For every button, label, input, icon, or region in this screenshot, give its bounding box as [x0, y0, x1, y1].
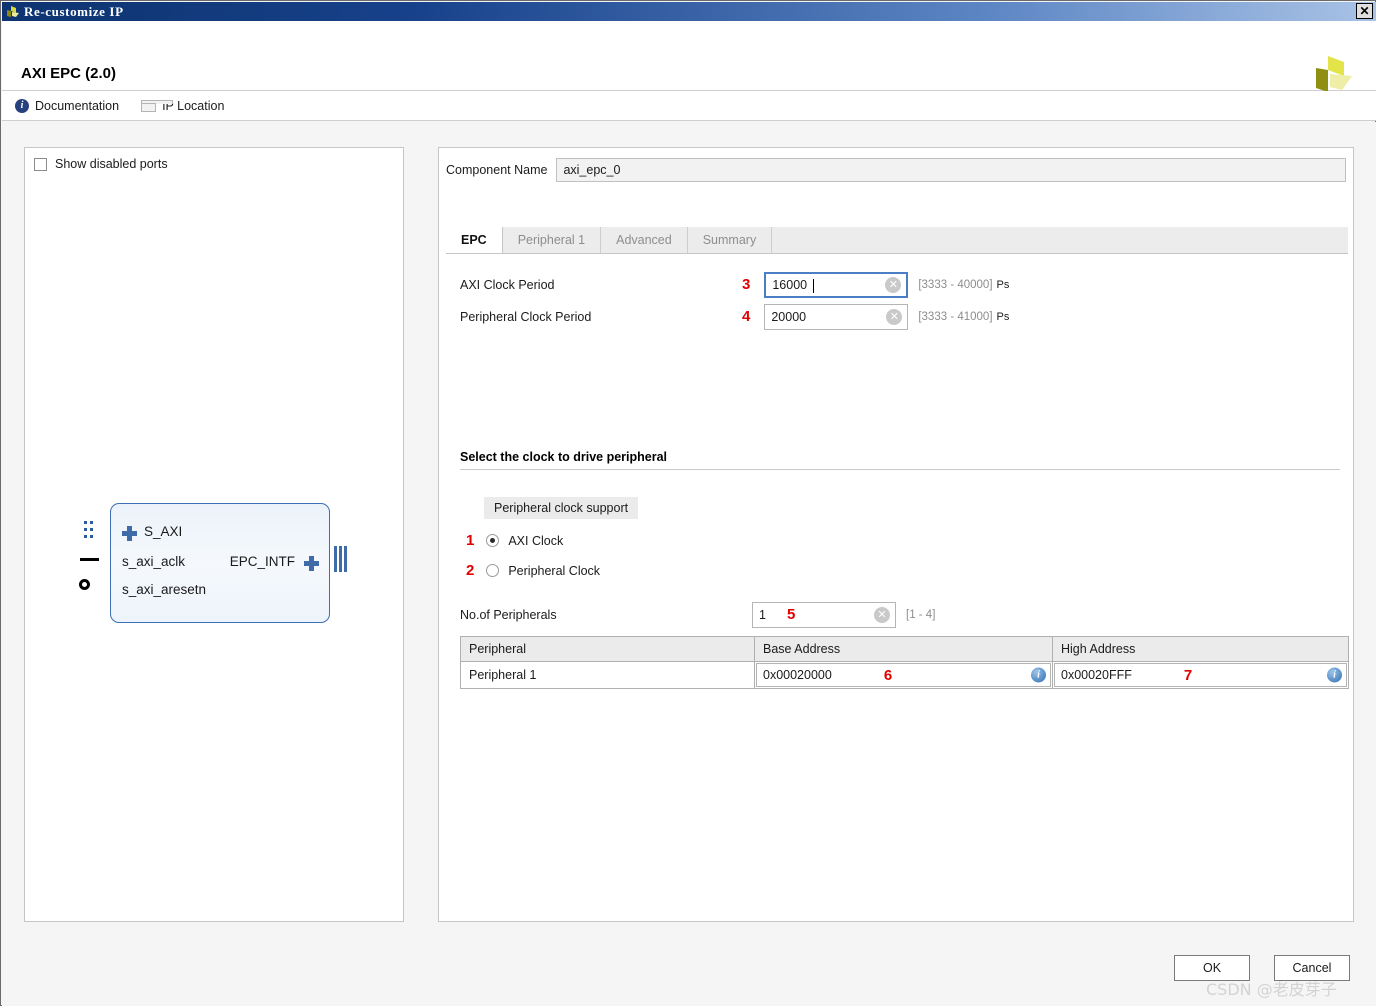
marker-7: 7 [1183, 666, 1193, 684]
tab-filler [772, 227, 1348, 253]
expand-s-axi-icon[interactable] [122, 526, 137, 541]
radio-peripheral-clock[interactable]: 2 Peripheral Clock [466, 562, 600, 579]
documentation-label: Documentation [35, 98, 120, 113]
page-title: AXI EPC (2.0) [21, 65, 117, 82]
s-axi-bus-connector-icon [84, 521, 93, 543]
info-icon: i [15, 98, 29, 113]
show-disabled-ports-checkbox[interactable]: Show disabled ports [34, 157, 168, 171]
port-label-epc-intf: EPC_INTF [229, 554, 295, 569]
axi-clock-period-label: AXI Clock Period [460, 277, 555, 292]
peripheral-clock-period-value: 20000 [771, 309, 807, 324]
peripheral-clock-period-input[interactable]: 20000 ✕ [764, 303, 909, 330]
text-caret [813, 278, 815, 293]
tab-bar: EPC Peripheral 1 Advanced Summary [446, 227, 1348, 254]
marker-4: 4 [742, 308, 751, 325]
peripherals-table: Peripheral Base Address High Address Per… [460, 636, 1349, 689]
peripheral-count-label: No.of Peripherals [460, 607, 557, 622]
clock-section-title: Select the clock to drive peripheral [460, 450, 668, 464]
axi-clock-period-range: [3333 - 40000] [918, 278, 993, 291]
axi-clock-period-row: AXI Clock Period 3 16000 ✕ [3333 - 40000… [446, 271, 1348, 298]
re-customize-ip-dialog: Re-customize IP ✕ AXI EPC (2.0) i Docume… [0, 0, 1376, 1006]
radio-axi-clock[interactable]: 1 AXI Clock [466, 532, 563, 549]
configuration-panel: Component Name axi_epc_0 EPC Peripheral … [438, 147, 1354, 922]
high-address-input[interactable]: 0x00020FFF 7 i [1054, 663, 1347, 687]
radio-button[interactable] [486, 534, 500, 547]
tab-summary[interactable]: Summary [687, 227, 773, 253]
base-address-value: 0x00020000 [763, 668, 832, 682]
peripheral-count-input[interactable]: 1 5 ✕ [752, 601, 896, 628]
documentation-link[interactable]: i Documentation [15, 98, 120, 113]
peripheral-clock-period-label: Peripheral Clock Period [460, 309, 592, 324]
toolbar: i Documentation IP Location [2, 91, 1376, 121]
column-header-high-address: High Address [1052, 636, 1349, 662]
cell-high-address: 0x00020FFF 7 i [1052, 661, 1349, 689]
peripheral-clock-period-row: Peripheral Clock Period 4 20000 ✕ [3333 … [446, 303, 1348, 330]
xilinx-logo-icon [5, 5, 21, 19]
axi-clock-period-input[interactable]: 16000 ✕ [764, 271, 909, 298]
title-bar: Re-customize IP ✕ [2, 2, 1376, 21]
component-name-input[interactable]: axi_epc_0 [556, 158, 1346, 182]
tab-epc[interactable]: EPC [446, 227, 503, 253]
info-icon[interactable]: i [1327, 667, 1342, 683]
axi-clock-period-value: 16000 [772, 277, 808, 292]
peripheral-count-value: 1 [759, 607, 766, 622]
dialog-body: Show disabled ports S_AXI s_axi_aclk s_a… [2, 122, 1376, 938]
ip-header: AXI EPC (2.0) [2, 21, 1376, 92]
clear-icon[interactable]: ✕ [886, 308, 903, 325]
radio-axi-clock-label: AXI Clock [508, 533, 564, 548]
tab-peripheral-1[interactable]: Peripheral 1 [502, 227, 602, 253]
peripheral-clock-support-group-tab: Peripheral clock support [484, 497, 639, 519]
component-name-row: Component Name axi_epc_0 [446, 158, 1346, 182]
folder-icon [141, 99, 174, 112]
dialog-footer: OK Cancel [2, 938, 1376, 1006]
port-label-s-axi-aresetn: s_axi_aresetn [122, 582, 207, 597]
column-header-peripheral: Peripheral [460, 636, 755, 662]
s-axi-aclk-pin-icon [80, 558, 99, 561]
window-title: Re-customize IP [24, 3, 124, 19]
base-address-input[interactable]: 0x00020000 6 i [756, 663, 1051, 687]
high-address-value: 0x00020FFF [1061, 668, 1132, 682]
clear-icon[interactable]: ✕ [885, 276, 902, 293]
marker-3: 3 [742, 276, 751, 293]
radio-peripheral-clock-label: Peripheral Clock [508, 563, 601, 578]
watermark: CSDN @老皮芽子 [1206, 980, 1337, 999]
ip-location-link[interactable]: IP Location [141, 99, 224, 113]
epc-tab-panel: AXI Clock Period 3 16000 ✕ [3333 - 40000… [446, 254, 1349, 916]
port-label-s-axi-aclk: s_axi_aclk [122, 554, 186, 569]
section-divider [460, 469, 1340, 470]
s-axi-aresetn-pin-icon [79, 579, 90, 590]
close-icon[interactable]: ✕ [1356, 3, 1373, 19]
port-label-s-axi: S_AXI [144, 524, 183, 539]
ports-preview-panel: Show disabled ports S_AXI s_axi_aclk s_a… [24, 147, 404, 922]
clear-icon[interactable]: ✕ [874, 606, 890, 623]
marker-1: 1 [466, 532, 475, 549]
ip-block-diagram: S_AXI s_axi_aclk s_axi_aresetn EPC_INTF [70, 496, 370, 631]
show-disabled-ports-label: Show disabled ports [55, 157, 168, 171]
peripheral-count-row: No.of Peripherals 1 5 ✕ [1 - 4] [446, 601, 1348, 628]
cell-base-address: 0x00020000 6 i [754, 661, 1053, 689]
axi-clock-period-unit: Ps [996, 278, 1010, 291]
peripheral-clock-period-unit: Ps [996, 310, 1010, 323]
marker-6: 6 [883, 666, 893, 684]
cell-peripheral-name: Peripheral 1 [460, 661, 755, 689]
column-header-base-address: Base Address [754, 636, 1053, 662]
expand-epc-intf-icon[interactable] [304, 556, 319, 571]
peripheral-clock-period-range: [3333 - 41000] [918, 310, 993, 323]
component-name-label: Component Name [446, 163, 548, 177]
table-header-row: Peripheral Base Address High Address [460, 636, 1349, 662]
marker-5: 5 [786, 606, 796, 623]
radio-button[interactable] [486, 564, 500, 577]
marker-2: 2 [466, 562, 475, 579]
peripheral-count-range: [1 - 4] [906, 608, 936, 621]
table-row: Peripheral 1 0x00020000 6 i 0x00020FFF 7… [460, 661, 1349, 689]
info-icon[interactable]: i [1031, 667, 1046, 683]
epc-intf-bus-connector-icon [334, 546, 348, 572]
tab-advanced[interactable]: Advanced [601, 227, 688, 253]
ip-block-body: S_AXI s_axi_aclk s_axi_aresetn EPC_INTF [110, 503, 330, 623]
checkbox-box [34, 157, 47, 171]
